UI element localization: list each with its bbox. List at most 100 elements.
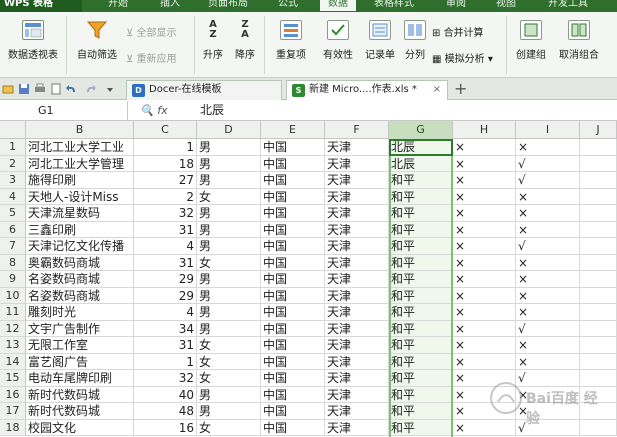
cell-b[interactable]: 河北工业大学管理 (26, 155, 134, 172)
cell-f[interactable]: 天津 (325, 188, 389, 205)
cell-i[interactable]: × (516, 254, 580, 271)
cell-h[interactable]: × (453, 304, 516, 321)
cell-c[interactable]: 18 (134, 155, 197, 172)
cell-h[interactable]: × (453, 139, 516, 156)
cell-h[interactable]: × (453, 353, 516, 370)
row-number[interactable]: 4 (0, 188, 26, 205)
cell-j[interactable] (580, 205, 617, 222)
cell-d[interactable]: 女 (197, 188, 261, 205)
reapply-button[interactable]: ⊻ 重新应用 (126, 50, 177, 65)
cell-d[interactable]: 男 (197, 238, 261, 255)
row-number[interactable]: 6 (0, 221, 26, 238)
validity-button[interactable]: 有效性 (318, 20, 358, 61)
cell-b[interactable]: 名姿数码商城 (26, 271, 134, 288)
cell-i[interactable]: × (516, 221, 580, 238)
row-number[interactable]: 7 (0, 238, 26, 255)
cell-j[interactable] (580, 287, 617, 304)
cell-c[interactable]: 31 (134, 254, 197, 271)
row-number[interactable]: 15 (0, 370, 26, 387)
cell-h[interactable]: × (453, 254, 516, 271)
cell-e[interactable]: 中国 (261, 188, 325, 205)
cell-b[interactable]: 文宇广告制作 (26, 320, 134, 337)
cell-j[interactable] (580, 221, 617, 238)
cell-g[interactable]: 和平 (389, 287, 453, 304)
cell-f[interactable]: 天津 (325, 155, 389, 172)
cell-i[interactable]: √ (516, 320, 580, 337)
cell-b[interactable]: 新时代数码城 (26, 386, 134, 403)
menu-view[interactable]: 视图 (496, 0, 516, 11)
cell-c[interactable]: 32 (134, 205, 197, 222)
cell-g[interactable]: 北辰 (389, 139, 453, 156)
cell-c[interactable]: 31 (134, 221, 197, 238)
print-preview-icon[interactable] (50, 83, 62, 95)
cell-c[interactable]: 34 (134, 320, 197, 337)
quick-access-dropdown-icon[interactable] (104, 83, 116, 95)
cell-h[interactable]: × (453, 419, 516, 436)
cell-j[interactable] (580, 353, 617, 370)
show-all-button[interactable]: ⊻ 全部显示 (126, 24, 177, 39)
column-header-f[interactable]: F (325, 121, 389, 139)
cell-j[interactable] (580, 370, 617, 387)
cell-e[interactable]: 中国 (261, 370, 325, 387)
fx-button[interactable]: 🔍 fx (140, 100, 168, 121)
cell-f[interactable]: 天津 (325, 320, 389, 337)
cell-i[interactable]: × (516, 403, 580, 420)
cell-g[interactable]: 和平 (389, 386, 453, 403)
cell-f[interactable]: 天津 (325, 238, 389, 255)
cell-b[interactable]: 新时代数码城 (26, 403, 134, 420)
cell-c[interactable]: 29 (134, 287, 197, 304)
cell-j[interactable] (580, 419, 617, 436)
ungroup-button[interactable]: 取消组合 (554, 20, 604, 61)
cell-c[interactable]: 2 (134, 188, 197, 205)
undo-icon[interactable] (66, 83, 78, 95)
cell-f[interactable]: 天津 (325, 254, 389, 271)
what-if-button[interactable]: ▦ 模拟分析 ▾ (432, 50, 493, 65)
cell-i[interactable]: √ (516, 172, 580, 189)
cell-e[interactable]: 中国 (261, 287, 325, 304)
cell-e[interactable]: 中国 (261, 205, 325, 222)
cell-j[interactable] (580, 403, 617, 420)
cell-c[interactable]: 1 (134, 353, 197, 370)
row-number[interactable]: 2 (0, 155, 26, 172)
pivot-table-button[interactable]: 数据透视表 (4, 20, 62, 61)
cell-d[interactable]: 女 (197, 254, 261, 271)
cell-i[interactable]: × (516, 287, 580, 304)
column-header-e[interactable]: E (261, 121, 325, 139)
tab-workbook[interactable]: S 新建 Micro....作表.xls * × (286, 80, 448, 100)
consolidate-button[interactable]: ⊞ 合并计算 (432, 24, 484, 39)
cell-b[interactable]: 无限工作室 (26, 337, 134, 354)
cell-h[interactable]: × (453, 172, 516, 189)
cell-h[interactable]: × (453, 188, 516, 205)
close-tab-icon[interactable]: × (433, 81, 441, 99)
row-number[interactable]: 10 (0, 287, 26, 304)
cell-e[interactable]: 中国 (261, 353, 325, 370)
cell-f[interactable]: 天津 (325, 172, 389, 189)
cell-e[interactable]: 中国 (261, 254, 325, 271)
cell-d[interactable]: 男 (197, 155, 261, 172)
cell-b[interactable]: 河北工业大学工业 (26, 139, 134, 156)
cell-b[interactable]: 施得印刷 (26, 172, 134, 189)
menu-home[interactable]: 开始 (108, 0, 128, 11)
cell-d[interactable]: 男 (197, 403, 261, 420)
cell-b[interactable]: 奥霸数码商城 (26, 254, 134, 271)
cell-b[interactable]: 天津记忆文化传播 (26, 238, 134, 255)
cell-e[interactable]: 中国 (261, 386, 325, 403)
cell-g[interactable]: 和平 (389, 370, 453, 387)
menu-insert[interactable]: 插入 (160, 0, 180, 11)
sort-ascending-button[interactable]: AZ 升序 (198, 20, 228, 62)
cell-e[interactable]: 中国 (261, 221, 325, 238)
cell-h[interactable]: × (453, 271, 516, 288)
cell-i[interactable]: × (516, 188, 580, 205)
formula-input[interactable]: 北辰 (200, 100, 224, 121)
cell-j[interactable] (580, 172, 617, 189)
cell-e[interactable]: 中国 (261, 337, 325, 354)
cell-i[interactable]: √ (516, 155, 580, 172)
cell-g[interactable]: 和平 (389, 205, 453, 222)
cell-f[interactable]: 天津 (325, 403, 389, 420)
row-number[interactable]: 14 (0, 353, 26, 370)
menu-data[interactable]: 数据 (320, 0, 356, 11)
cell-j[interactable] (580, 188, 617, 205)
cell-d[interactable]: 男 (197, 304, 261, 321)
cell-g[interactable]: 和平 (389, 188, 453, 205)
cell-c[interactable]: 4 (134, 238, 197, 255)
